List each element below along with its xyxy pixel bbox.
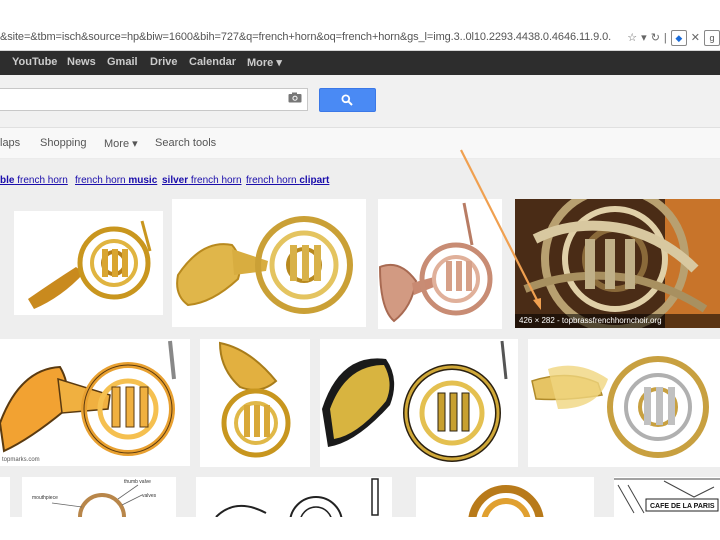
image-result-6[interactable] [200, 339, 310, 467]
search-row [0, 75, 720, 128]
related-text: french horn [246, 175, 300, 186]
image-result-9[interactable] [0, 477, 10, 517]
french-horn-image [322, 340, 508, 462]
gbar-item-youtube[interactable]: YouTube [12, 56, 57, 68]
gbar-item-more[interactable]: More ▾ [247, 56, 282, 69]
related-text: french horn [14, 175, 68, 186]
bookmark-star-icon[interactable]: ☆ [627, 30, 637, 46]
gbar-item-gmail[interactable]: Gmail [107, 56, 138, 68]
extension-icon[interactable]: ◆ [670, 30, 687, 46]
related-bold: clipart [299, 175, 330, 186]
french-horn-image [176, 216, 353, 314]
address-bar[interactable]: &site=&tbm=isch&source=hp&biw=1600&bih=7… [0, 28, 720, 51]
tab-search-tools[interactable]: Search tools [155, 137, 216, 149]
gbar-item-calendar[interactable]: Calendar [189, 56, 236, 68]
search-input[interactable] [0, 88, 308, 111]
url-text[interactable]: &site=&tbm=isch&source=hp&biw=1600&bih=7… [0, 31, 611, 43]
magnifier-icon [341, 94, 353, 106]
image-result-1[interactable] [14, 211, 163, 315]
related-search-2[interactable]: french horn music [75, 175, 157, 186]
image-result-7[interactable] [320, 339, 518, 467]
related-text: french horn [75, 175, 129, 186]
french-horn-diagram-image: thumb valve valves mouthpiece [32, 479, 157, 517]
image-result-13[interactable]: CAFE DE LA PARIS [614, 477, 720, 517]
image-result-11[interactable] [196, 477, 392, 517]
image-result-10[interactable]: thumb valve valves mouthpiece [22, 477, 176, 517]
paris-cafe-sketch-image: CAFE DE LA PARIS [614, 478, 720, 514]
related-search-4[interactable]: french horn clipart [246, 175, 329, 186]
french-horn-image [468, 485, 544, 517]
search-button[interactable] [319, 88, 376, 112]
french-horn-clipart-image: topmarks.com [0, 340, 176, 463]
search-tabs: laps Shopping More ▾ Search tools [0, 128, 720, 159]
gbar-item-drive[interactable]: Drive [150, 56, 178, 68]
related-bold: ble [0, 175, 15, 186]
camera-icon[interactable] [288, 92, 302, 103]
french-horn-closeup-image [515, 199, 720, 328]
image-result-3[interactable] [378, 199, 502, 329]
tab-shopping[interactable]: Shopping [40, 137, 87, 149]
divider-icon: | [663, 32, 667, 44]
related-bold: silver [162, 175, 189, 186]
image-result-12[interactable] [416, 477, 594, 517]
related-search-1[interactable]: ble french horn [0, 175, 68, 186]
french-horn-image [28, 220, 152, 309]
tab-maps[interactable]: laps [0, 137, 20, 149]
image-caption: 426 × 282 - topbrassfrenchhornchoir.org [515, 314, 720, 328]
address-bar-icons: ☆ ▾ ↻ | ◆ ✕ g [623, 30, 720, 46]
diagram-label: valves [142, 493, 157, 499]
sign-text: CAFE DE LA PARIS [650, 503, 715, 510]
tab-more[interactable]: More ▾ [104, 137, 138, 150]
french-horn-image [218, 341, 291, 458]
google-bar: YouTube News Gmail Drive Calendar More ▾ [0, 51, 720, 75]
image-results: ble french horn french horn music silver… [0, 159, 720, 517]
close-icon[interactable]: ✕ [691, 30, 700, 46]
related-search-3[interactable]: silver french horn [162, 175, 242, 186]
related-text: french horn [188, 175, 242, 186]
image-result-2[interactable] [172, 199, 366, 327]
slide: &site=&tbm=isch&source=hp&biw=1600&bih=7… [0, 0, 720, 540]
image-result-4-hovered[interactable]: 426 × 282 - topbrassfrenchhornchoir.org [515, 199, 720, 328]
google-icon[interactable]: g [704, 30, 720, 46]
related-bold: music [128, 175, 158, 186]
dropdown-icon[interactable]: ▾ [641, 30, 647, 46]
diagram-label: mouthpiece [32, 495, 58, 501]
reload-icon[interactable]: ↻ [651, 30, 660, 46]
french-horn-image [378, 202, 493, 323]
image-result-8[interactable] [528, 339, 720, 467]
french-horn-image [531, 356, 709, 458]
image-result-5[interactable]: topmarks.com [0, 339, 190, 466]
site-label: topmarks.com [2, 457, 40, 463]
gbar-item-news[interactable]: News [67, 56, 96, 68]
french-horn-outline-image [215, 478, 379, 517]
diagram-label: thumb valve [124, 479, 151, 485]
